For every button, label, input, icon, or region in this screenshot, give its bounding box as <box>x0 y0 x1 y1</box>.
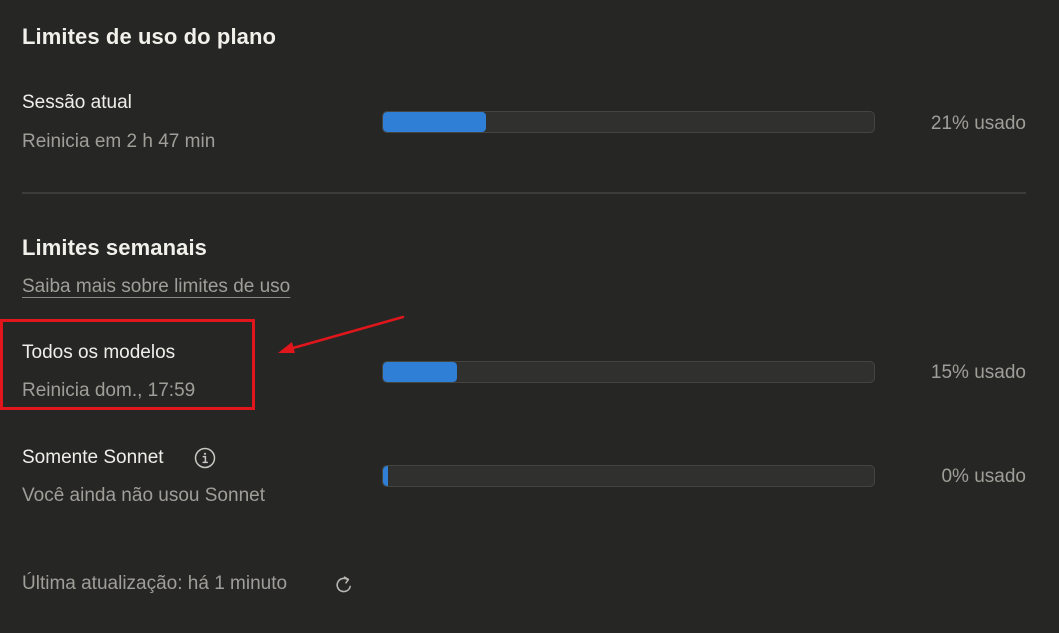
all-models-usage: 15% usado <box>930 362 1026 383</box>
section-divider <box>22 192 1026 194</box>
info-icon[interactable] <box>194 447 216 469</box>
sonnet-only-reset: Você ainda não usou Sonnet <box>22 485 265 506</box>
annotation-arrow-icon <box>278 315 405 353</box>
sonnet-only-label: Somente Sonnet <box>22 447 164 468</box>
current-session-usage: 21% usado <box>930 113 1026 134</box>
sonnet-only-usage: 0% usado <box>941 466 1026 487</box>
current-session-label: Sessão atual <box>22 92 132 113</box>
current-session-progress-bar <box>382 111 875 133</box>
weekly-limits-title: Limites semanais <box>22 235 208 260</box>
refresh-icon[interactable] <box>333 574 355 596</box>
usage-limits-page: Limites de uso do plano Sessão atual Rei… <box>0 0 1059 633</box>
sonnet-only-progress-bar <box>382 465 875 487</box>
last-updated-text: Última atualização: há 1 minuto <box>22 573 288 594</box>
all-models-progress-fill <box>383 362 457 382</box>
learn-more-link[interactable]: Saiba mais sobre limites de uso <box>22 276 290 298</box>
sonnet-only-progress-fill <box>383 466 388 486</box>
current-session-progress-fill <box>383 112 487 132</box>
highlight-annotation-box <box>0 319 255 410</box>
current-session-reset: Reinicia em 2 h 47 min <box>22 131 216 152</box>
plan-limits-title: Limites de uso do plano <box>22 24 277 49</box>
all-models-progress-bar <box>382 361 875 383</box>
